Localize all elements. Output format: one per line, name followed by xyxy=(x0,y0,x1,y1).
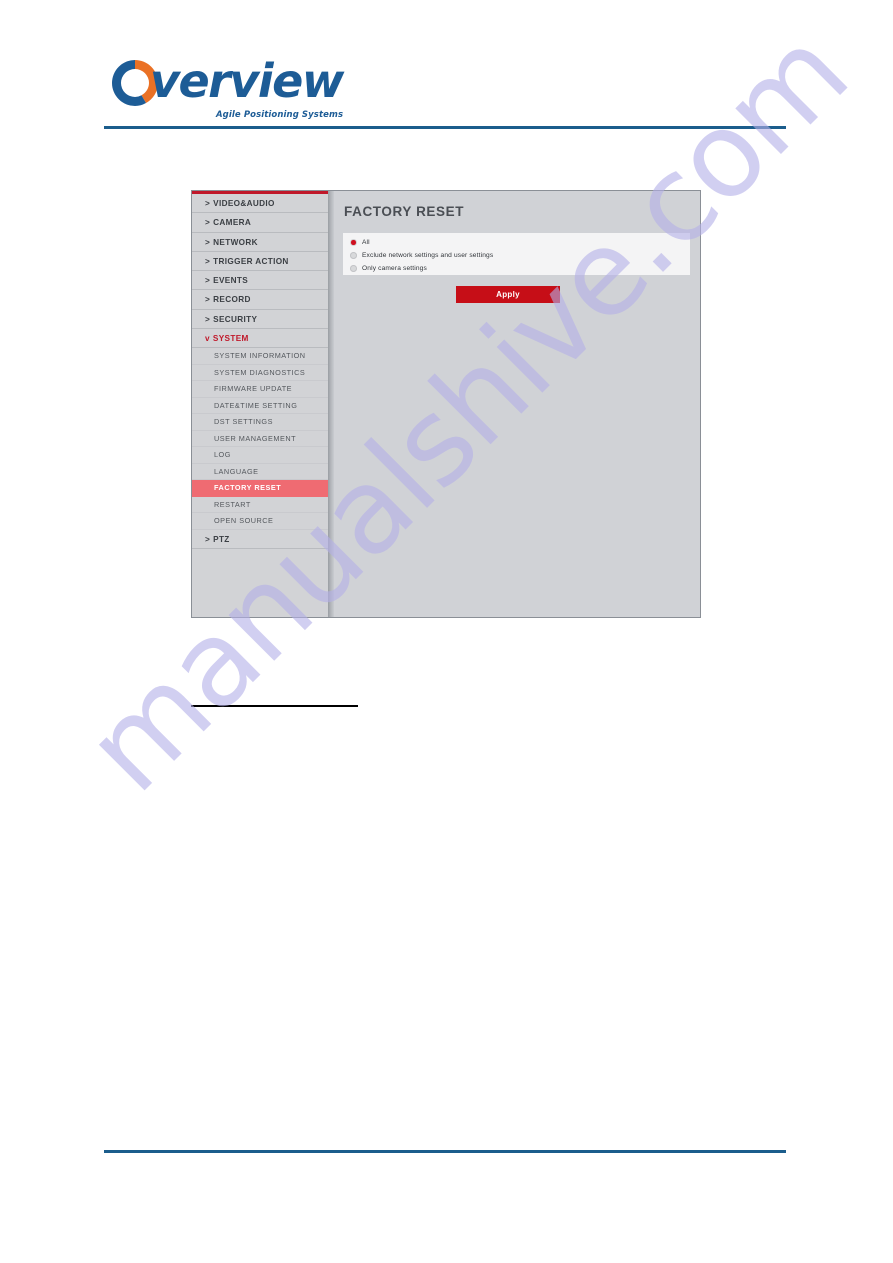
sidebar-item-network[interactable]: > NETWORK xyxy=(192,232,328,252)
sidebar-item-system[interactable]: v SYSTEM xyxy=(192,329,328,349)
sidebar-subitem-user-management[interactable]: USER MANAGEMENT xyxy=(192,430,328,448)
sidebar-item-label: NETWORK xyxy=(213,237,258,247)
sidebar-subitem-dst-settings[interactable]: DST SETTINGS xyxy=(192,414,328,431)
sidebar-subitem-label: USER MANAGEMENT xyxy=(214,433,297,443)
radio-option-0[interactable]: All xyxy=(343,236,690,249)
system-submenu: SYSTEM INFORMATION SYSTEM DIAGNOSTICS FIRM… xyxy=(192,348,328,530)
sidebar-top-menu: > VIDEO&AUDIO > CAMERA > NETWORK > TRIGGER ACTI… xyxy=(192,194,328,349)
reset-scope-radio-group: All Exclude network settings and user set… xyxy=(343,233,690,275)
chevron-down-icon: v xyxy=(205,334,210,344)
sidebar-subitem-label: LANGUAGE xyxy=(214,466,259,476)
settings-content-area: FACTORY RESET All Exclude network setting… xyxy=(334,191,700,617)
chevron-right-icon: > xyxy=(205,256,211,266)
page-title: FACTORY RESET xyxy=(344,204,465,219)
sidebar-item-label: RECORD xyxy=(213,295,251,305)
radio-option-label: All xyxy=(362,239,370,246)
sidebar-subitem-label: SYSTEM INFORMATION xyxy=(214,351,306,361)
sidebar-subitem-system-diagnostics[interactable]: SYSTEM DIAGNOSTICS xyxy=(192,364,328,382)
sidebar-subitem-restart[interactable]: RESTART xyxy=(192,496,328,514)
section-divider-rule xyxy=(191,705,358,707)
radio-unselected-icon[interactable] xyxy=(350,252,357,259)
chevron-right-icon: > xyxy=(205,276,211,286)
sidebar-item-label: SECURITY xyxy=(213,314,258,324)
chevron-right-icon: > xyxy=(205,199,211,208)
sidebar-item-label: TRIGGER ACTION xyxy=(213,256,289,266)
sidebar-item-label: EVENTS xyxy=(213,276,248,286)
radio-option-1[interactable]: Exclude network settings and user settin… xyxy=(343,249,690,262)
sidebar-item-video-audio[interactable]: > VIDEO&AUDIO xyxy=(192,194,328,214)
chevron-right-icon: > xyxy=(205,314,211,324)
sidebar-item-trigger-action[interactable]: > TRIGGER ACTION xyxy=(192,251,328,272)
chevron-right-icon: > xyxy=(205,237,211,247)
sidebar-subitem-system-information[interactable]: SYSTEM INFORMATION xyxy=(192,348,328,365)
sidebar-subitem-label: FACTORY RESET xyxy=(214,483,282,493)
sidebar-item-label: SYSTEM xyxy=(212,334,249,344)
sidebar-subitem-label: DATE&TIME SETTING xyxy=(214,400,298,410)
radio-option-label: Only camera settings xyxy=(362,265,427,272)
sidebar-item-record[interactable]: > RECORD xyxy=(192,290,328,310)
sidebar-item-camera[interactable]: > CAMERA xyxy=(192,213,328,233)
sidebar-subitem-label: OPEN SOURCE xyxy=(214,516,274,526)
sidebar-item-ptz[interactable]: > PTZ xyxy=(192,529,328,550)
sidebar-subitem-open-source[interactable]: OPEN SOURCE xyxy=(192,513,328,530)
radio-unselected-icon[interactable] xyxy=(350,265,357,272)
sidebar-subitem-date-time-setting[interactable]: DATE&TIME SETTING xyxy=(192,397,328,415)
sidebar-subitem-label: DST SETTINGS xyxy=(214,417,273,427)
footer-divider xyxy=(104,1150,786,1153)
sidebar-subitem-language[interactable]: LANGUAGE xyxy=(192,463,328,481)
document-header: verview Agile Positioning Systems xyxy=(0,0,893,135)
chevron-right-icon: > xyxy=(205,295,211,305)
radio-option-label: Exclude network settings and user settin… xyxy=(362,252,494,259)
sidebar-item-label: PTZ xyxy=(213,534,230,544)
document-page: verview Agile Positioning Systems > VIDEO… xyxy=(0,0,893,1263)
chevron-right-icon: > xyxy=(205,218,211,228)
sidebar-bottom-menu: > PTZ xyxy=(192,529,328,550)
settings-sidebar: > VIDEO&AUDIO > CAMERA > NETWORK > TRIGGER ACTI… xyxy=(192,194,328,617)
overview-logo: verview Agile Positioning Systems xyxy=(106,52,366,122)
sidebar-item-label: CAMERA xyxy=(213,218,252,228)
sidebar-subitem-label: FIRMWARE UPDATE xyxy=(214,384,293,394)
logo-tagline: Agile Positioning Systems xyxy=(216,110,344,120)
apply-button[interactable]: Apply xyxy=(456,286,560,303)
sidebar-item-events[interactable]: > EVENTS xyxy=(192,271,328,291)
sidebar-item-label: VIDEO&AUDIO xyxy=(213,199,275,208)
sidebar-subitem-label: LOG xyxy=(214,450,231,460)
radio-selected-icon[interactable] xyxy=(350,239,357,246)
sidebar-empty-space xyxy=(192,549,328,617)
sidebar-subitem-log[interactable]: LOG xyxy=(192,447,328,464)
radio-option-2[interactable]: Only camera settings xyxy=(343,262,690,275)
sidebar-item-security[interactable]: > SECURITY xyxy=(192,309,328,330)
camera-web-ui-panel: > VIDEO&AUDIO > CAMERA > NETWORK > TRIGGER ACTI… xyxy=(191,190,701,618)
sidebar-subitem-label: SYSTEM DIAGNOSTICS xyxy=(214,367,306,377)
sidebar-subitem-firmware-update[interactable]: FIRMWARE UPDATE xyxy=(192,381,328,398)
sidebar-subitem-label: RESTART xyxy=(214,499,251,509)
sidebar-subitem-factory-reset[interactable]: FACTORY RESET xyxy=(192,480,328,497)
logo-wordmark: verview xyxy=(150,54,344,108)
chevron-right-icon: > xyxy=(205,534,211,544)
header-divider xyxy=(104,126,786,129)
